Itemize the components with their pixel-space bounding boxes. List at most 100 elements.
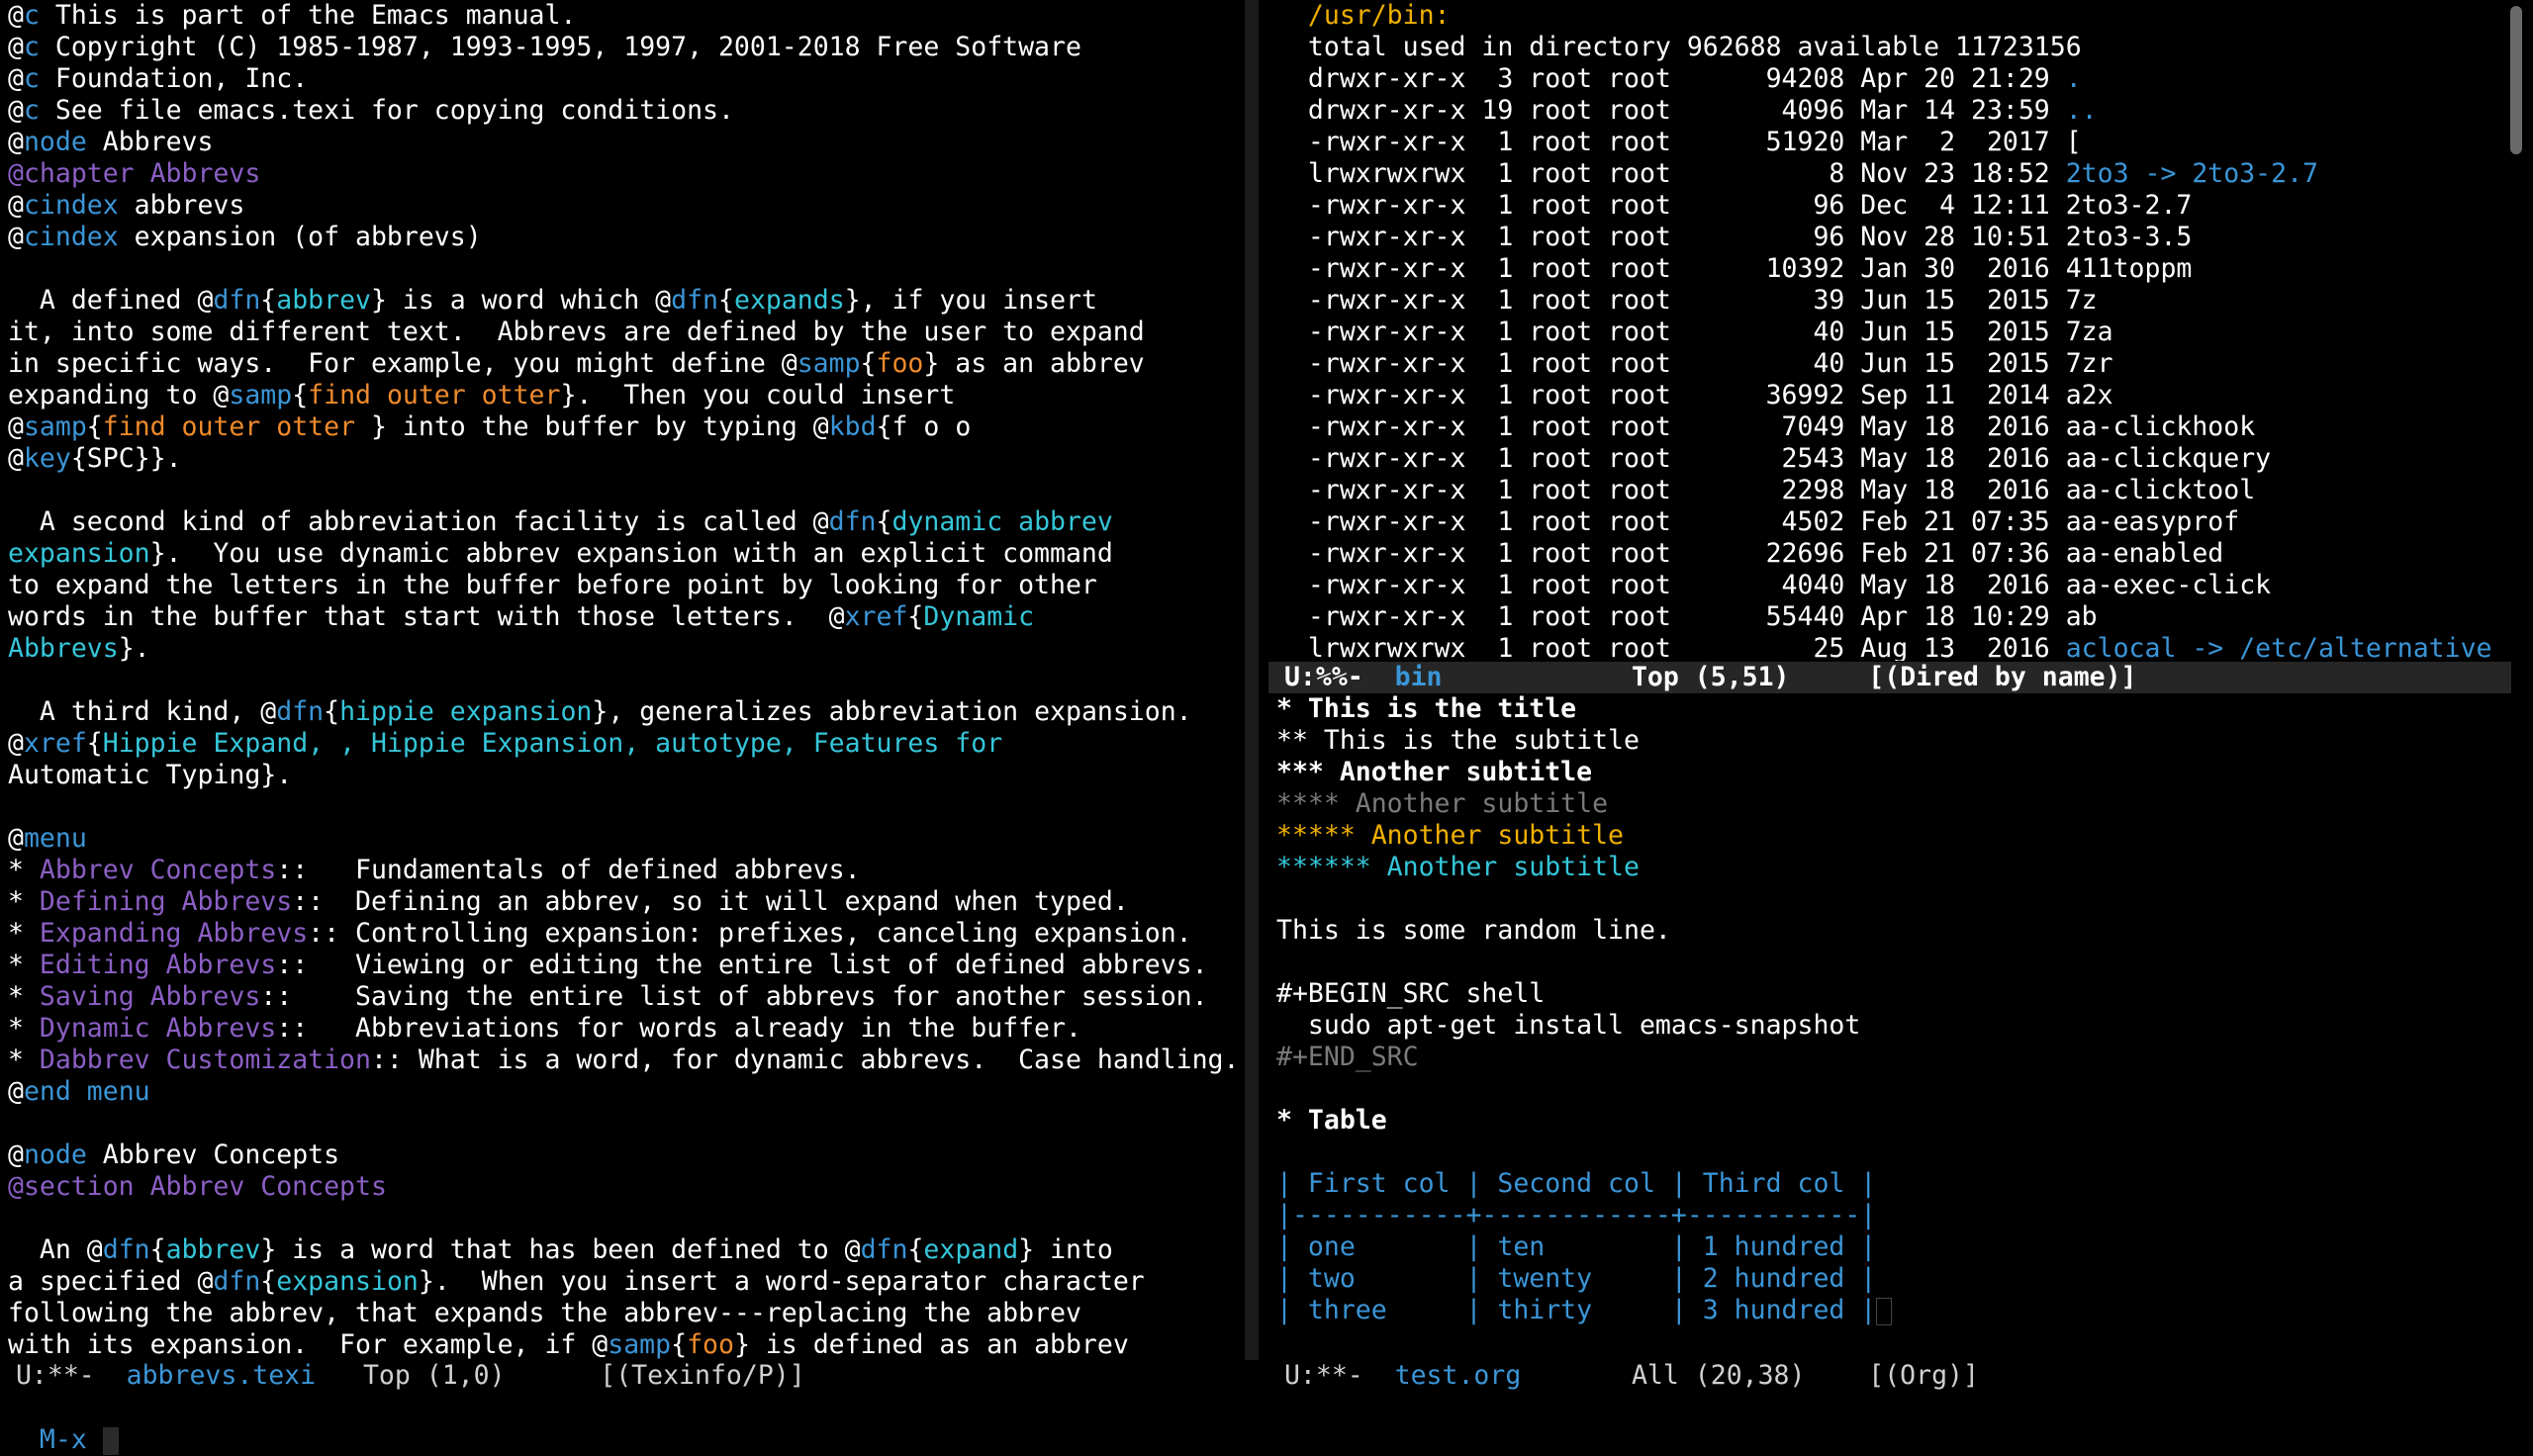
texinfo-line[interactable]: A second kind of abbreviation facility i… bbox=[8, 506, 1245, 538]
org-line[interactable] bbox=[1276, 1073, 2503, 1105]
org-line[interactable]: #+BEGIN_SRC shell bbox=[1276, 978, 2503, 1010]
texinfo-line[interactable] bbox=[8, 1108, 1245, 1139]
texinfo-line[interactable]: @cindex expansion (of abbrevs) bbox=[8, 222, 1245, 253]
texinfo-line[interactable]: @end menu bbox=[8, 1076, 1245, 1108]
texinfo-text[interactable]: @c This is part of the Emacs manual. @c C… bbox=[8, 0, 1245, 1360]
texinfo-buffer[interactable]: @c This is part of the Emacs manual. @c C… bbox=[8, 0, 1245, 1360]
texinfo-line[interactable]: a specified @dfn{expansion}. When you in… bbox=[8, 1266, 1245, 1298]
texinfo-line[interactable]: to expand the letters in the buffer befo… bbox=[8, 570, 1245, 601]
text-segment: @ bbox=[8, 728, 24, 759]
org-line[interactable]: #+END_SRC bbox=[1276, 1042, 2503, 1073]
texinfo-line[interactable]: words in the buffer that start with thos… bbox=[8, 601, 1245, 633]
dired-entry[interactable]: -rwxr-xr-x 1 root root 96 Nov 28 10:51 2… bbox=[1276, 222, 2503, 253]
org-line[interactable] bbox=[1276, 883, 2503, 915]
texinfo-line[interactable]: following the abbrev, that expands the a… bbox=[8, 1298, 1245, 1329]
texinfo-modeline[interactable]: U:**- abbrevs.texi Top (1,0) [(Texinfo/P… bbox=[0, 1360, 1245, 1392]
texinfo-line[interactable]: * Dabbrev Customization:: What is a word… bbox=[8, 1045, 1245, 1076]
dired-entry[interactable]: -rwxr-xr-x 1 root root 4502 Feb 21 07:35… bbox=[1276, 506, 2503, 538]
dired-entry[interactable]: -rwxr-xr-x 1 root root 40 Jun 15 2015 7z… bbox=[1276, 317, 2503, 348]
texinfo-line[interactable]: @chapter Abbrevs bbox=[8, 158, 1245, 190]
texinfo-line[interactable]: An @dfn{abbrev} is a word that has been … bbox=[8, 1234, 1245, 1266]
dired-entry[interactable]: -rwxr-xr-x 1 root root 2543 May 18 2016 … bbox=[1276, 443, 2503, 475]
window-divider[interactable] bbox=[1245, 0, 1259, 1360]
dired-entry[interactable]: -rwxr-xr-x 1 root root 36992 Sep 11 2014… bbox=[1276, 380, 2503, 411]
org-line[interactable]: *** Another subtitle bbox=[1276, 757, 2503, 788]
minibuffer-cursor[interactable] bbox=[102, 1426, 119, 1455]
dired-entry[interactable]: -rwxr-xr-x 1 root root 2298 May 18 2016 … bbox=[1276, 475, 2503, 506]
dired-entry[interactable]: -rwxr-xr-x 1 root root 39 Jun 15 2015 7z bbox=[1276, 285, 2503, 317]
dired-entry[interactable]: -rwxr-xr-x 1 root root 22696 Feb 21 07:3… bbox=[1276, 538, 2503, 570]
org-line[interactable]: | First col | Second col | Third col | bbox=[1276, 1168, 2503, 1200]
dired-entry[interactable]: -rwxr-xr-x 1 root root 55440 Apr 18 10:2… bbox=[1276, 601, 2503, 633]
org-line[interactable]: This is some random line. bbox=[1276, 915, 2503, 947]
texinfo-line[interactable]: with its expansion. For example, if @sam… bbox=[8, 1329, 1245, 1360]
dired-scrollbar[interactable] bbox=[2505, 0, 2529, 665]
dired-entry[interactable]: -rwxr-xr-x 1 root root 7049 May 18 2016 … bbox=[1276, 411, 2503, 443]
dired-entry[interactable]: -rwxr-xr-x 1 root root 96 Dec 4 12:11 2t… bbox=[1276, 190, 2503, 222]
texinfo-line[interactable]: * Saving Abbrevs:: Saving the entire lis… bbox=[8, 981, 1245, 1013]
texinfo-line[interactable]: @xref{Hippie Expand, , Hippie Expansion,… bbox=[8, 728, 1245, 760]
texinfo-line[interactable]: @menu bbox=[8, 823, 1245, 855]
dired-entry[interactable]: -rwxr-xr-x 1 root root 51920 Mar 2 2017 … bbox=[1276, 127, 2503, 158]
dired-buffer[interactable]: /usr/bin: total used in directory 962688… bbox=[1276, 0, 2503, 661]
texinfo-line[interactable]: @c Foundation, Inc. bbox=[8, 63, 1245, 95]
texinfo-line[interactable]: Automatic Typing}. bbox=[8, 760, 1245, 791]
texinfo-line[interactable] bbox=[8, 475, 1245, 506]
texinfo-line[interactable]: expansion}. You use dynamic abbrev expan… bbox=[8, 538, 1245, 570]
org-text[interactable]: * This is the title ** This is the subtit… bbox=[1276, 693, 2503, 1326]
texinfo-line[interactable]: @node Abbrev Concepts bbox=[8, 1139, 1245, 1171]
dired-entry[interactable]: lrwxrwxrwx 1 root root 25 Aug 13 2016 ac… bbox=[1276, 633, 2503, 661]
org-line[interactable]: | two | twenty | 2 hundred | bbox=[1276, 1263, 2503, 1295]
org-line[interactable]: |-----------+------------+-----------| bbox=[1276, 1200, 2503, 1231]
texinfo-line[interactable]: @samp{find outer otter } into the buffer… bbox=[8, 411, 1245, 443]
org-line[interactable]: | three | thirty | 3 hundred | bbox=[1276, 1295, 2503, 1326]
dired-entry[interactable]: -rwxr-xr-x 1 root root 40 Jun 15 2015 7z… bbox=[1276, 348, 2503, 380]
texinfo-line[interactable]: @node Abbrevs bbox=[8, 127, 1245, 158]
texinfo-line[interactable]: * Dynamic Abbrevs:: Abbreviations for wo… bbox=[8, 1013, 1245, 1045]
texinfo-line[interactable]: A defined @dfn{abbrev} is a word which @… bbox=[8, 285, 1245, 317]
texinfo-line[interactable] bbox=[8, 665, 1245, 696]
org-line[interactable]: ***** Another subtitle bbox=[1276, 820, 2503, 852]
dired-entry[interactable]: drwxr-xr-x 19 root root 4096 Mar 14 23:5… bbox=[1276, 95, 2503, 127]
dired-modeline[interactable]: U:%%- bin Top (5,51) [(Dired by name)] bbox=[1268, 662, 2511, 693]
texinfo-line[interactable]: @cindex abbrevs bbox=[8, 190, 1245, 222]
texinfo-line[interactable]: @c See file emacs.texi for copying condi… bbox=[8, 95, 1245, 127]
text-segment: -rwxr-xr-x 1 root root 4502 Feb 21 07:35… bbox=[1276, 506, 2240, 537]
texinfo-line[interactable]: @section Abbrev Concepts bbox=[8, 1171, 1245, 1203]
texinfo-line[interactable]: * Abbrev Concepts:: Fundamentals of defi… bbox=[8, 855, 1245, 886]
texinfo-line[interactable]: * Expanding Abbrevs:: Controlling expans… bbox=[8, 918, 1245, 950]
texinfo-line[interactable]: @c This is part of the Emacs manual. bbox=[8, 0, 1245, 32]
texinfo-line[interactable] bbox=[8, 253, 1245, 285]
dired-entry[interactable]: /usr/bin: bbox=[1276, 0, 2503, 32]
texinfo-line[interactable]: * Defining Abbrevs:: Defining an abbrev,… bbox=[8, 886, 1245, 918]
org-buffer[interactable]: * This is the title ** This is the subtit… bbox=[1276, 693, 2503, 1358]
texinfo-line[interactable]: * Editing Abbrevs:: Viewing or editing t… bbox=[8, 950, 1245, 981]
dired-entry[interactable]: drwxr-xr-x 3 root root 94208 Apr 20 21:2… bbox=[1276, 63, 2503, 95]
dired-listing[interactable]: /usr/bin: total used in directory 962688… bbox=[1276, 0, 2503, 661]
texinfo-line[interactable]: expanding to @samp{find outer otter}. Th… bbox=[8, 380, 1245, 411]
minibuffer[interactable]: M-x bbox=[8, 1393, 2521, 1455]
org-line[interactable]: sudo apt-get install emacs-snapshot bbox=[1276, 1010, 2503, 1042]
texinfo-line[interactable] bbox=[8, 1203, 1245, 1234]
org-line[interactable]: * This is the title bbox=[1276, 693, 2503, 725]
org-line[interactable]: ****** Another subtitle bbox=[1276, 852, 2503, 883]
texinfo-line[interactable]: it, into some different text. Abbrevs ar… bbox=[8, 317, 1245, 348]
texinfo-line[interactable]: @c Copyright (C) 1985-1987, 1993-1995, 1… bbox=[8, 32, 1245, 63]
scrollbar-thumb[interactable] bbox=[2510, 6, 2522, 154]
texinfo-line[interactable]: A third kind, @dfn{hippie expansion}, ge… bbox=[8, 696, 1245, 728]
texinfo-line[interactable]: Abbrevs}. bbox=[8, 633, 1245, 665]
dired-entry[interactable]: lrwxrwxrwx 1 root root 8 Nov 23 18:52 2t… bbox=[1276, 158, 2503, 190]
texinfo-line[interactable]: @key{SPC}}. bbox=[8, 443, 1245, 475]
org-line[interactable] bbox=[1276, 1137, 2503, 1168]
org-line[interactable]: | one | ten | 1 hundred | bbox=[1276, 1231, 2503, 1263]
dired-entry[interactable]: total used in directory 962688 available… bbox=[1276, 32, 2503, 63]
texinfo-line[interactable] bbox=[8, 791, 1245, 823]
org-line[interactable]: ** This is the subtitle bbox=[1276, 725, 2503, 757]
dired-entry[interactable]: -rwxr-xr-x 1 root root 4040 May 18 2016 … bbox=[1276, 570, 2503, 601]
org-modeline[interactable]: U:**- test.org All (20,38) [(Org)] bbox=[1268, 1360, 2511, 1392]
org-line[interactable]: **** Another subtitle bbox=[1276, 788, 2503, 820]
org-line[interactable]: * Table bbox=[1276, 1105, 2503, 1137]
dired-entry[interactable]: -rwxr-xr-x 1 root root 10392 Jan 30 2016… bbox=[1276, 253, 2503, 285]
org-line[interactable] bbox=[1276, 947, 2503, 978]
texinfo-line[interactable]: in specific ways. For example, you might… bbox=[8, 348, 1245, 380]
